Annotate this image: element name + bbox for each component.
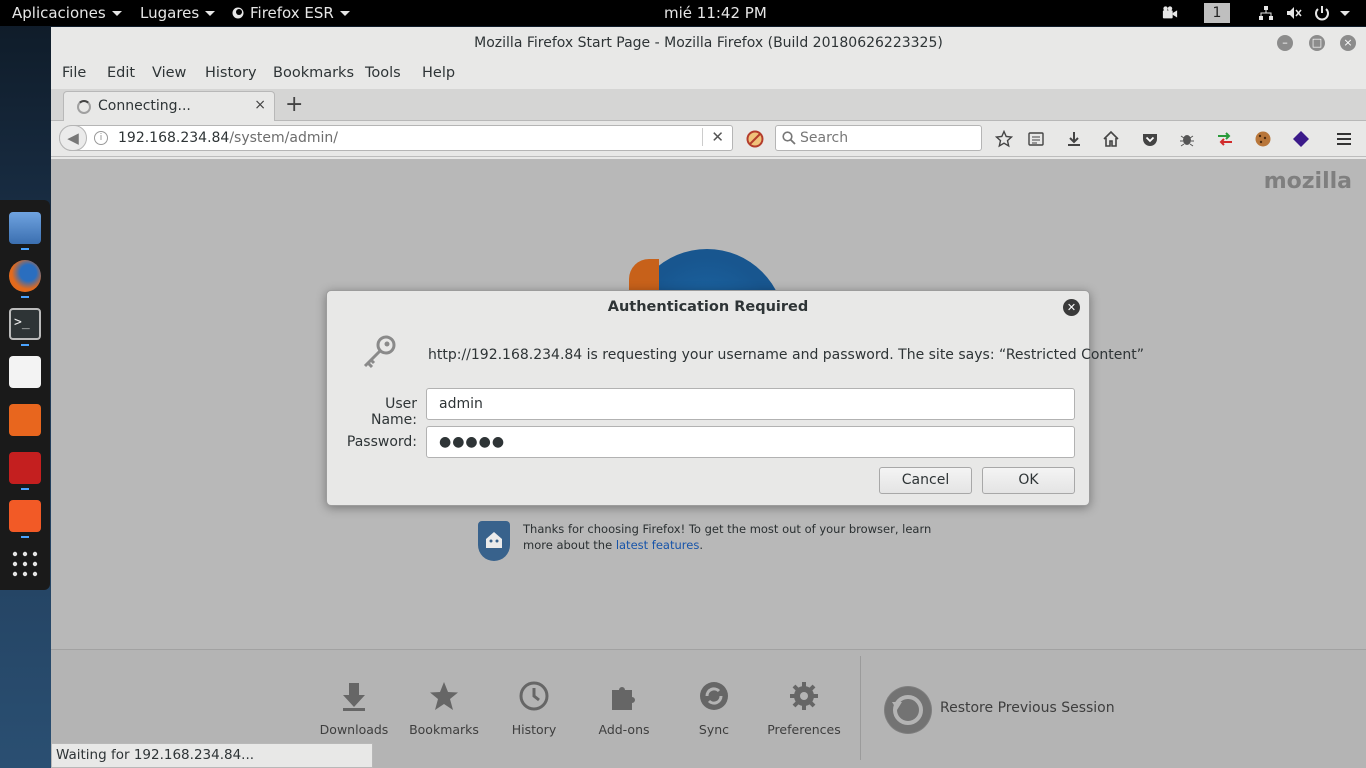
cookie-icon[interactable] [1254,130,1272,148]
hamburger-menu-icon[interactable] [1335,130,1353,148]
menu-tools[interactable]: Tools [365,65,401,81]
running-indicator [21,536,29,538]
reading-list-icon[interactable] [1027,130,1045,148]
active-app-label: Firefox ESR [250,4,334,22]
network-icon[interactable] [1258,5,1274,21]
tab-label: Connecting... [98,98,191,114]
applications-menu[interactable]: Aplicaciones [12,0,122,26]
ok-button[interactable]: OK [982,467,1075,494]
menu-view[interactable]: View [152,65,186,81]
menu-bookmarks[interactable]: Bookmarks [273,65,354,81]
dialog-close-icon[interactable]: ✕ [1063,299,1080,316]
places-label: Lugares [140,4,200,22]
noscript-icon[interactable] [746,130,764,148]
navigation-bar: ◀ i 192.168.234.84/system/admin/ ✕ Searc… [51,121,1366,157]
close-window-button[interactable]: × [1340,35,1356,51]
dock: >_ [0,200,50,590]
url-host: 192.168.234.84 [118,130,230,146]
cancel-button[interactable]: Cancel [879,467,972,494]
search-placeholder: Search [800,130,849,146]
tab-connecting[interactable]: Connecting... × [63,91,275,121]
workspace-indicator[interactable]: 1 [1204,3,1230,23]
menu-help[interactable]: Help [422,65,455,81]
search-input[interactable]: Search [775,125,982,151]
url-bar[interactable]: ◀ i 192.168.234.84/system/admin/ ✕ [59,125,733,151]
running-indicator [21,344,29,346]
bookmark-star-icon[interactable] [995,130,1013,148]
text-editor-app-icon[interactable] [9,356,41,388]
window-title: Mozilla Firefox Start Page - Mozilla Fir… [474,35,943,51]
menu-bar: File Edit View History Bookmarks Tools H… [51,59,1366,89]
firefox-icon [232,7,244,19]
wappalyzer-icon[interactable] [1292,130,1310,148]
top-panel: Aplicaciones Lugares Firefox ESR mié 11:… [0,0,1366,26]
search-icon [782,131,796,145]
armitage-app-icon[interactable] [9,452,41,484]
title-bar[interactable]: Mozilla Firefox Start Page - Mozilla Fir… [51,27,1366,59]
back-button[interactable]: ◀ [59,125,87,151]
status-bar: Waiting for 192.168.234.84... [51,743,373,768]
home-icon[interactable] [1102,130,1120,148]
show-apps-grid-icon[interactable] [9,548,41,580]
downloads-icon[interactable] [1065,130,1083,148]
menu-edit[interactable]: Edit [107,65,135,81]
dialog-message: http://192.168.234.84 is requesting your… [428,347,1145,363]
chevron-down-icon[interactable] [1340,11,1350,16]
stop-loading-icon[interactable]: ✕ [702,128,724,146]
menu-file[interactable]: File [62,65,86,81]
tab-bar: Connecting... × + [51,89,1366,121]
new-tab-button[interactable]: + [285,92,303,117]
running-indicator [21,248,29,250]
volume-muted-icon[interactable] [1286,5,1302,21]
clock-label: mié 11:42 PM [664,4,767,22]
chevron-down-icon [339,11,350,16]
url-text[interactable]: 192.168.234.84/system/admin/ [118,130,338,146]
loading-spinner-icon [77,100,91,114]
terminal-app-icon[interactable]: >_ [9,308,41,340]
burpsuite-running-app-icon[interactable] [9,500,41,532]
extension-bug-icon[interactable] [1178,130,1196,148]
url-path: /system/admin/ [229,130,338,146]
places-menu[interactable]: Lugares [140,0,216,26]
running-indicator [21,296,29,298]
menu-history[interactable]: History [205,65,257,81]
running-indicator [21,488,29,490]
tab-close-icon[interactable]: × [254,97,266,113]
applications-label: Aplicaciones [12,4,106,22]
pocket-icon[interactable] [1141,130,1159,148]
files-app-icon[interactable] [9,212,41,244]
username-label: User Name: [370,396,417,428]
chevron-down-icon [205,11,216,16]
active-app-menu[interactable]: Firefox ESR [232,0,350,26]
password-field[interactable]: ●●●●● [426,426,1075,458]
power-icon[interactable] [1314,5,1330,21]
minimize-button[interactable]: – [1277,35,1293,51]
authentication-dialog: Authentication Required ✕ http://192.168… [326,290,1144,506]
proxy-switch-icon[interactable] [1216,130,1234,148]
firefox-app-icon[interactable] [9,260,41,292]
clock[interactable]: mié 11:42 PM [664,0,767,26]
key-icon [363,335,396,369]
video-icon[interactable] [1162,5,1178,21]
burpsuite-app-icon[interactable] [9,404,41,436]
chevron-down-icon [111,11,122,16]
maximize-button[interactable]: □ [1309,35,1325,51]
password-label: Password: [346,434,417,450]
username-field[interactable]: admin [426,388,1075,420]
dialog-title: Authentication Required [607,299,809,315]
site-info-icon[interactable]: i [94,131,108,145]
